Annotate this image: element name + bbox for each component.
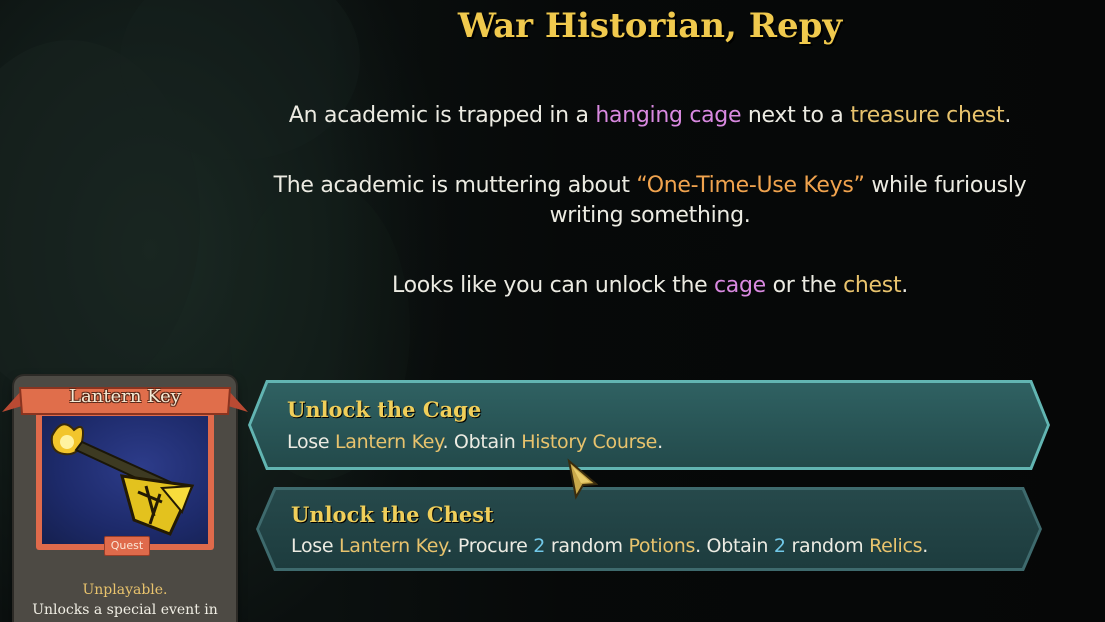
option-background: Unlock the Chest Lose Lantern Key. Procu… xyxy=(259,490,1039,568)
card-name: Lantern Key xyxy=(69,386,181,407)
option-description: Lose Lantern Key. Procure 2 random Potio… xyxy=(291,535,928,557)
card-description-line-1: Unplayable. xyxy=(82,582,168,598)
lantern-key-card[interactable]: Lantern Key Quest Unplayable. Unlocks a … xyxy=(2,376,248,622)
keyword-lantern-key: Lantern Key xyxy=(335,431,443,453)
keyword-potions: Potions xyxy=(628,535,696,557)
keyword-one-time-use-keys: “One-Time-Use Keys” xyxy=(636,173,865,198)
card-type-badge: Quest xyxy=(104,536,150,556)
option-unlock-chest-button[interactable]: Unlock the Chest Lose Lantern Key. Procu… xyxy=(256,487,1042,571)
event-title: War Historian, Repy xyxy=(457,6,843,46)
keyword-chest: chest xyxy=(843,273,902,298)
option-unlock-cage-button[interactable]: Unlock the Cage Lose Lantern Key. Obtain… xyxy=(248,380,1050,470)
keyword-hanging-cage: hanging cage xyxy=(595,103,742,128)
event-paragraph-2: The academic is muttering about “One-Tim… xyxy=(273,173,1027,228)
keyword-relics: Relics xyxy=(869,535,923,557)
option-description: Lose Lantern Key. Obtain History Course. xyxy=(287,431,663,453)
arrow-cursor-icon xyxy=(567,458,598,500)
keyword-treasure-chest: treasure chest xyxy=(850,103,1005,128)
card-art-frame xyxy=(36,410,214,550)
lantern-key-icon xyxy=(50,423,195,536)
option-title: Unlock the Chest xyxy=(291,502,494,527)
keyword-cage: cage xyxy=(714,273,766,298)
number-relics: 2 xyxy=(773,535,786,557)
event-screen: War Historian, Repy An academic is trapp… xyxy=(0,0,1105,622)
number-potions: 2 xyxy=(533,535,546,557)
option-title: Unlock the Cage xyxy=(287,397,482,422)
card-description-line-2: Unlocks a special event in xyxy=(32,602,218,618)
keyword-history-course: History Course xyxy=(521,431,658,453)
option-background: Unlock the Cage Lose Lantern Key. Obtain… xyxy=(251,383,1047,467)
card-art xyxy=(42,416,208,544)
event-paragraph-1: An academic is trapped in a hanging cage… xyxy=(288,103,1012,128)
event-paragraph-3: Looks like you can unlock the cage or th… xyxy=(392,273,908,298)
keyword-lantern-key: Lantern Key xyxy=(339,535,447,557)
